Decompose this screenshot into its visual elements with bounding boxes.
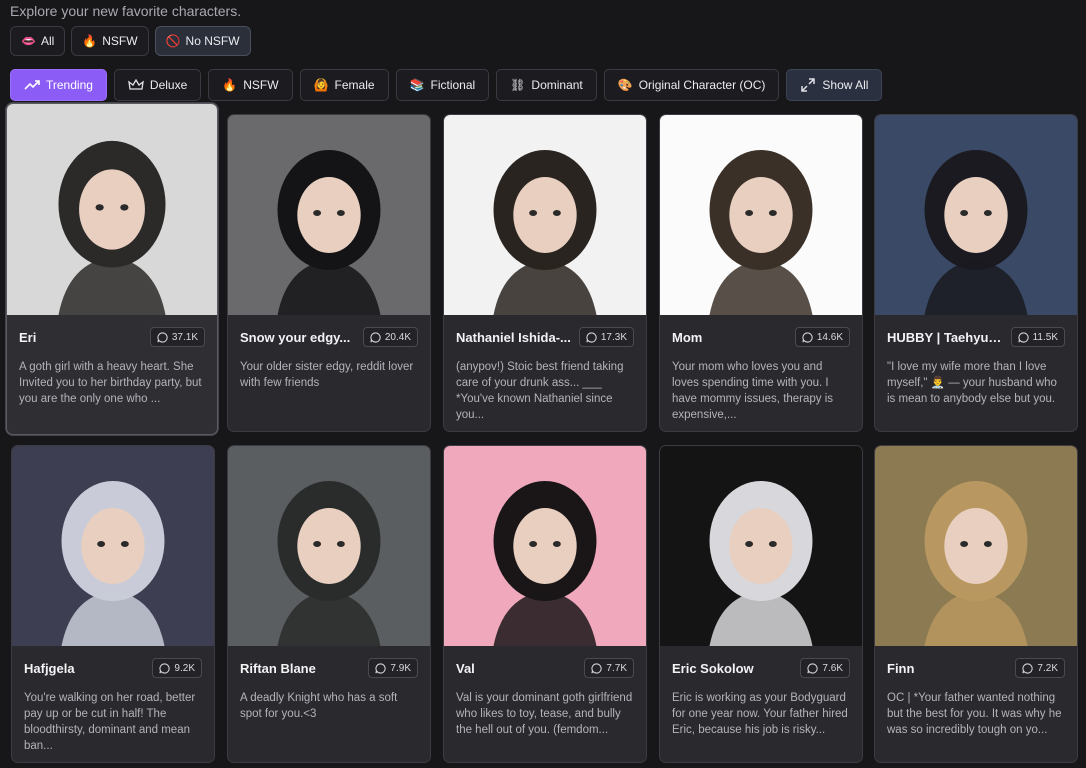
character-avatar-image (228, 115, 430, 315)
chat-count: 7.2K (1037, 662, 1058, 674)
chat-bubble-icon (807, 662, 819, 674)
chat-count: 7.6K (822, 662, 843, 674)
character-description: Eric is working as your Bodyguard for on… (672, 692, 848, 736)
chat-count: 7.7K (606, 662, 627, 674)
character-card[interactable]: Snow your edgy... 20.4K Your older siste… (227, 114, 431, 432)
chat-count: 11.5K (1032, 331, 1058, 343)
chat-bubble-icon (802, 331, 813, 343)
character-card[interactable]: Riftan Blane 7.9K A deadly Knight who ha… (227, 445, 431, 763)
character-description: OC | *Your father wanted nothing but the… (887, 692, 1062, 736)
chat-count: 20.4K (384, 331, 411, 343)
character-avatar-image (228, 446, 430, 646)
character-description: Your mom who loves you and loves spendin… (672, 361, 834, 421)
character-description: Val is your dominant goth girlfriend who… (456, 692, 633, 736)
character-description: A deadly Knight who has a soft spot for … (240, 692, 398, 720)
chat-bubble-icon (1017, 331, 1029, 343)
character-card[interactable]: HUBBY | Taehyun... 11.5K "I love my wife… (874, 114, 1078, 432)
character-description: You're walking on her road, better pay u… (24, 692, 196, 752)
chat-count-badge: 9.2K (152, 658, 202, 678)
chat-count: 9.2K (174, 662, 195, 674)
chat-count-badge: 7.7K (584, 658, 634, 678)
chat-bubble-icon (591, 662, 603, 674)
chat-count: 17.3K (600, 331, 627, 343)
chat-count-badge: 7.2K (1015, 658, 1065, 678)
chat-bubble-icon (157, 331, 168, 343)
chat-bubble-icon (1022, 662, 1034, 674)
character-card[interactable]: Finn 7.2K OC | *Your father wanted nothi… (874, 445, 1078, 763)
chat-bubble-icon (586, 331, 597, 343)
chat-count-badge: 37.1K (149, 327, 205, 347)
character-name: Nathaniel Ishida-... (456, 329, 571, 345)
chat-count: 14.6K (816, 331, 843, 343)
character-grid: Eri 37.1K A goth girl with a heavy heart… (0, 0, 1086, 768)
character-avatar-image (660, 115, 862, 315)
chat-count-badge: 7.9K (368, 658, 418, 678)
chat-count-badge: 17.3K (578, 327, 634, 347)
character-name: Eric Sokolow (672, 660, 754, 676)
character-card[interactable]: Val 7.7K Val is your dominant goth girlf… (443, 445, 647, 763)
character-card[interactable]: Eri 37.1K A goth girl with a heavy heart… (6, 103, 218, 435)
character-name: Riftan Blane (240, 660, 316, 676)
character-description: "I love my wife more than I love myself,… (887, 361, 1057, 405)
character-avatar-image (660, 446, 862, 646)
character-avatar-image (875, 446, 1077, 646)
chat-bubble-icon (375, 662, 387, 674)
chat-bubble-icon (370, 331, 381, 343)
character-name: Snow your edgy... (240, 329, 351, 345)
character-card[interactable]: Eric Sokolow 7.6K Eric is working as you… (659, 445, 863, 763)
character-name: Hafjgela (24, 660, 75, 676)
chat-count-badge: 20.4K (362, 327, 418, 347)
character-avatar-image (444, 446, 646, 646)
character-name: Val (456, 660, 475, 676)
character-description: A goth girl with a heavy heart. She Invi… (19, 361, 202, 405)
character-avatar-image (875, 115, 1077, 315)
character-name: Eri (19, 329, 37, 345)
character-name: HUBBY | Taehyun... (887, 329, 1007, 345)
character-avatar-image (7, 104, 217, 315)
character-avatar-image (12, 446, 214, 646)
character-card[interactable]: Hafjgela 9.2K You're walking on her road… (11, 445, 215, 763)
character-description: Your older sister edgy, reddit lover wit… (240, 361, 414, 389)
chat-count: 7.9K (390, 662, 411, 674)
chat-count: 37.1K (171, 331, 198, 343)
chat-count-badge: 7.6K (800, 658, 850, 678)
character-card[interactable]: Nathaniel Ishida-... 17.3K (anypov!) Sto… (443, 114, 647, 432)
chat-count-badge: 11.5K (1010, 327, 1065, 347)
chat-bubble-icon (159, 662, 171, 674)
chat-count-badge: 14.6K (794, 327, 850, 347)
character-avatar-image (444, 115, 646, 315)
character-card[interactable]: Mom 14.6K Your mom who loves you and lov… (659, 114, 863, 432)
character-description: (anypov!) Stoic best friend taking care … (456, 361, 624, 421)
character-name: Mom (672, 329, 703, 345)
character-name: Finn (887, 660, 915, 676)
